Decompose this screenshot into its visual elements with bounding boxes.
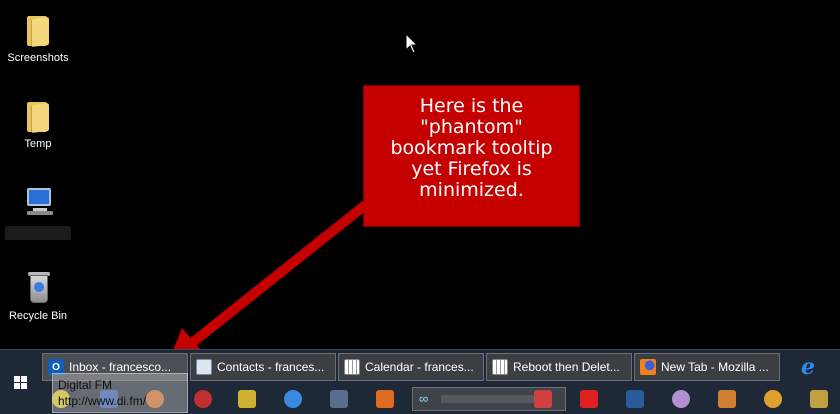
callout-line: "phantom"	[420, 116, 523, 138]
desktop-icon-recycle-bin[interactable]: Recycle Bin	[0, 270, 76, 322]
taskbar-button-firefox[interactable]: New Tab - Mozilla ...	[634, 353, 780, 381]
desktop-icon-label: Recycle Bin	[8, 310, 68, 322]
computer-icon	[21, 184, 55, 220]
editor-icon[interactable]	[376, 390, 394, 408]
callout-line: yet Firefox is	[411, 158, 532, 180]
desktop-icon-screenshots[interactable]: Screenshots	[0, 12, 76, 64]
desktop-icon-temp[interactable]: Temp	[0, 98, 76, 150]
desktop-icon-label: Screenshots	[7, 52, 69, 64]
recycle-bin-icon	[21, 270, 55, 306]
tooltip-title: Digital FM	[58, 378, 113, 392]
contacts-icon	[196, 359, 212, 375]
media-icon[interactable]	[194, 390, 212, 408]
folder-icon	[21, 12, 55, 48]
taskbar-button-contacts[interactable]: Contacts - frances...	[190, 353, 336, 381]
internet-explorer-icon[interactable]: e	[797, 356, 819, 378]
start-button[interactable]	[0, 350, 40, 414]
palette-icon[interactable]	[672, 390, 690, 408]
callout-line: bookmark tooltip	[390, 137, 553, 159]
folder-icon	[21, 98, 55, 134]
tools-icon[interactable]	[238, 390, 256, 408]
app-icon[interactable]	[534, 390, 552, 408]
bookmark-tooltip: Digital FM http://www.di.fm/	[52, 373, 188, 413]
callout-line: minimized.	[419, 179, 524, 201]
link-icon: ∞	[419, 391, 429, 406]
itunes-icon[interactable]	[284, 390, 302, 408]
callout-line: Here is the	[419, 95, 524, 117]
taskbar-button-label: Inbox - francesco...	[69, 360, 172, 374]
desktop-icon-label-redacted	[5, 226, 71, 240]
desktop-icon-computer[interactable]	[0, 184, 76, 240]
maple-leaf-icon[interactable]	[580, 390, 598, 408]
annotation-callout: Here is the "phantom" bookmark tooltip y…	[363, 85, 580, 227]
mouse-cursor-icon	[405, 33, 419, 54]
taskbar-button-label: Calendar - frances...	[365, 360, 474, 374]
taskbar-button-label: New Tab - Mozilla ...	[661, 360, 769, 374]
calendar-icon	[492, 359, 508, 375]
tooltip-url: http://www.di.fm/	[58, 394, 147, 408]
taskbar-button-calendar[interactable]: Calendar - frances...	[338, 353, 484, 381]
app-icon[interactable]	[330, 390, 348, 408]
calendar-icon	[344, 359, 360, 375]
app-icon[interactable]	[626, 390, 644, 408]
app-icon[interactable]	[810, 390, 828, 408]
taskbar-button-label: Contacts - frances...	[217, 360, 325, 374]
windows-logo-icon	[13, 376, 27, 389]
taskbar-button-reboot[interactable]: Reboot then Delet...	[486, 353, 632, 381]
taskbar-button-label: Reboot then Delet...	[513, 360, 620, 374]
tools-icon[interactable]	[718, 390, 736, 408]
firefox-icon	[640, 359, 656, 375]
app-icon[interactable]	[764, 390, 782, 408]
desktop-icon-label: Temp	[24, 138, 52, 150]
